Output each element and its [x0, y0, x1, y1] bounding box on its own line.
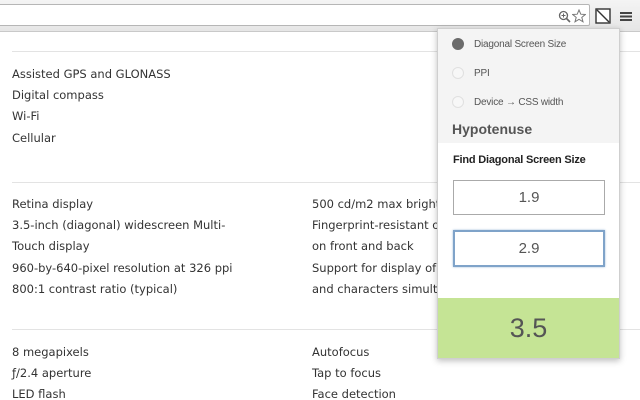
list-item: 960-by-640-pixel resolution at 326 ppi	[12, 260, 233, 275]
calculator-panel: Find Diagonal Screen Size	[438, 143, 619, 298]
option-diagonal-screen-size[interactable]: Diagonal Screen Size	[452, 35, 566, 53]
list-item: and characters simultan	[312, 281, 452, 296]
zoom-icon[interactable]	[556, 8, 572, 24]
list-item: Retina display	[12, 197, 94, 211]
list-item: on front and back	[312, 239, 414, 254]
list-item: 8 megapixels	[12, 345, 89, 359]
list-item: Cellular	[12, 130, 56, 145]
list-item: Wi-Fi	[12, 109, 40, 124]
hypotenuse-popup: Diagonal Screen Size PPI Device → CSS wi…	[437, 28, 620, 359]
option-label: Device → CSS width	[474, 96, 564, 108]
address-bar[interactable]	[0, 4, 590, 26]
display-list-left: Retina display 3.5-inch (diagonal) wides…	[12, 194, 232, 300]
list-item: Face detection	[312, 387, 396, 400]
side-b-input[interactable]	[453, 230, 605, 267]
list-item: 800:1 contrast ratio (typical)	[12, 281, 178, 296]
list-item: Tap to focus	[312, 366, 382, 381]
display-list-right: 500 cd/m2 max brightn Fingerprint-resist…	[312, 194, 452, 300]
list-item: Fingerprint-resistant ol	[312, 218, 443, 233]
hypotenuse-extension-icon[interactable]	[594, 6, 612, 26]
star-icon[interactable]	[571, 8, 587, 24]
list-item: LED flash	[12, 387, 66, 400]
side-a-input[interactable]	[453, 180, 605, 215]
option-ppi[interactable]: PPI	[452, 64, 490, 82]
option-label: Diagonal Screen Size	[474, 38, 567, 50]
camera-list-left: 8 megapixels ƒ/2.4 aperture LED flash	[12, 342, 91, 400]
radio-selected-icon[interactable]	[452, 38, 464, 50]
list-item: ƒ/2.4 aperture	[12, 366, 92, 381]
radio-unselected-icon[interactable]	[452, 67, 464, 79]
list-item: Assisted GPS and GLONASS	[12, 67, 171, 81]
option-label: PPI	[474, 67, 490, 79]
calculator-subtitle: Find Diagonal Screen Size	[453, 154, 586, 166]
hypotenuse-result: 3.5	[438, 298, 619, 358]
browser-window: Assisted GPS and GLONASS Digital compass…	[0, 0, 640, 400]
camera-list-right: Autofocus Tap to focus Face detection	[312, 342, 396, 400]
list-item: Digital compass	[12, 88, 104, 103]
list-item: 500 cd/m2 max brightn	[312, 197, 448, 211]
radio-unselected-icon[interactable]	[452, 96, 464, 108]
list-item: 3.5-inch (diagonal) widescreen Multi-	[12, 218, 226, 233]
list-item: Touch display	[12, 239, 90, 254]
hamburger-menu-icon[interactable]	[617, 6, 635, 26]
connectivity-list: Assisted GPS and GLONASS Digital compass…	[12, 64, 171, 149]
list-item: Autofocus	[312, 345, 370, 359]
popup-title: Hypotenuse	[452, 121, 533, 137]
option-device-css-width[interactable]: Device → CSS width	[452, 93, 563, 111]
list-item: Support for display of m	[312, 260, 452, 275]
